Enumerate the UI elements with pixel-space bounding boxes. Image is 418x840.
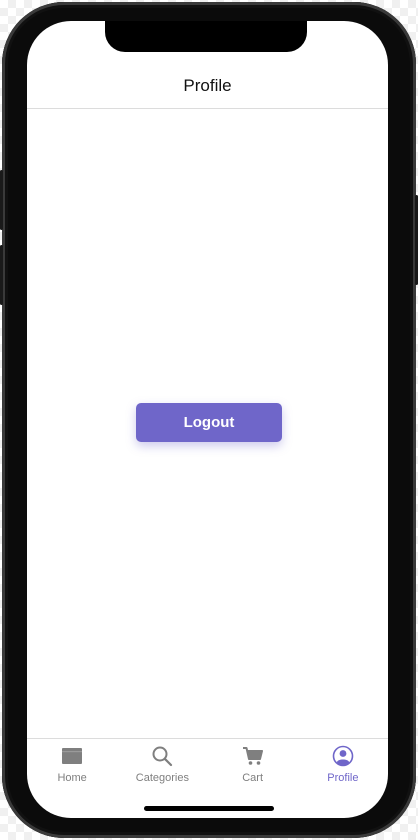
tab-home[interactable]: Home [27, 739, 117, 818]
logout-button[interactable]: Logout [136, 403, 282, 442]
cart-icon [242, 747, 263, 765]
search-icon [152, 746, 173, 767]
user-icon [332, 745, 354, 767]
tab-profile[interactable]: Profile [298, 739, 388, 818]
phone-side-button-left-lower [0, 245, 3, 305]
phone-side-button-left [0, 170, 3, 230]
tab-home-label: Home [57, 772, 87, 784]
phone-screen: Profile Logout Home Categories Cart Prof… [27, 21, 388, 818]
home-indicator [144, 806, 274, 811]
folder-icon [62, 748, 83, 764]
tab-categories-label: Categories [135, 772, 189, 784]
tab-profile-label: Profile [327, 772, 359, 784]
phone-notch [105, 21, 307, 52]
tab-cart-label: Cart [242, 772, 264, 784]
page-title: Profile [183, 76, 232, 95]
nav-header: Profile [27, 64, 388, 109]
